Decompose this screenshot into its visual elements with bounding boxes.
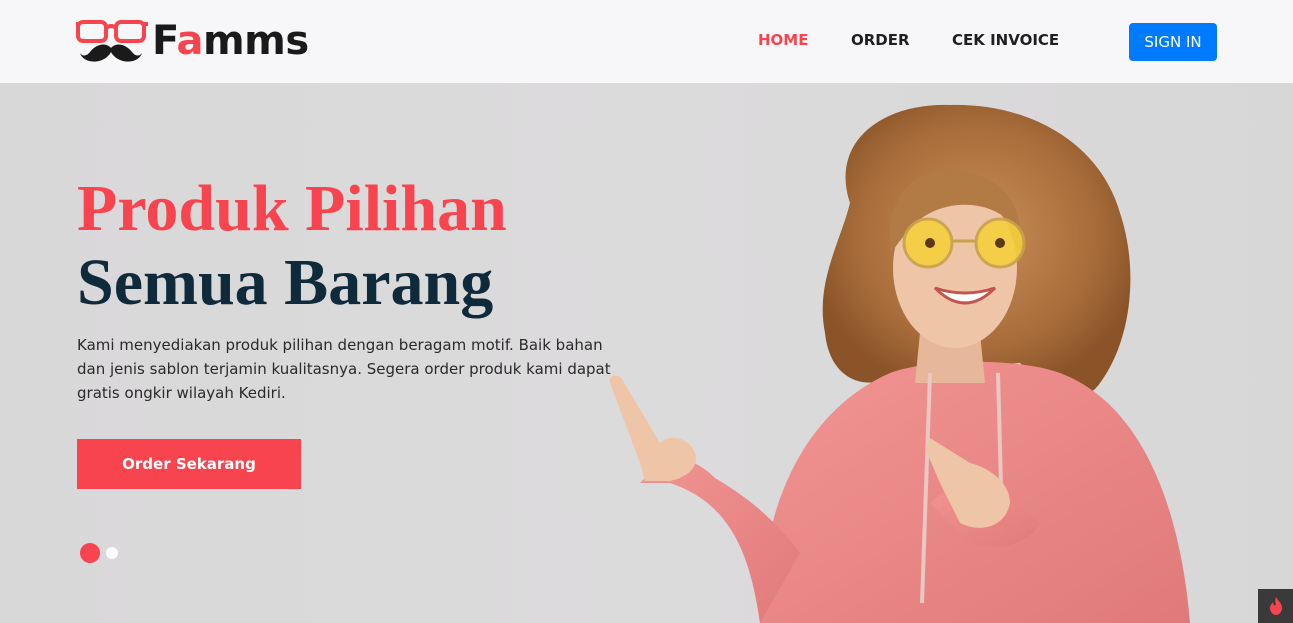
order-now-button[interactable]: Order Sekarang bbox=[77, 439, 301, 489]
hero-title-line-2: Semua Barang bbox=[77, 246, 494, 319]
nav-link-home[interactable]: HOME bbox=[758, 30, 808, 50]
corner-widget[interactable] bbox=[1258, 589, 1293, 623]
flame-icon bbox=[1269, 597, 1282, 615]
slide-dot-2[interactable] bbox=[106, 547, 118, 559]
hero-description: Kami menyediakan produk pilihan dengan b… bbox=[77, 336, 611, 402]
navbar: Famms HOME ORDER CEK INVOICE SIGN IN bbox=[0, 0, 1293, 83]
main-nav: HOME ORDER CEK INVOICE bbox=[0, 30, 1293, 50]
sign-in-button[interactable]: SIGN IN bbox=[1129, 23, 1217, 61]
hero-title-line-1: Produk Pilihan bbox=[77, 172, 507, 245]
nav-link-cek-invoice[interactable]: CEK INVOICE bbox=[952, 30, 1059, 50]
hero-slider: Produk Pilihan Semua Barang Kami menyedi… bbox=[0, 83, 1293, 623]
nav-link-order[interactable]: ORDER bbox=[851, 30, 910, 50]
hero-model-image bbox=[609, 104, 1190, 623]
slide-dot-1[interactable] bbox=[80, 543, 100, 563]
